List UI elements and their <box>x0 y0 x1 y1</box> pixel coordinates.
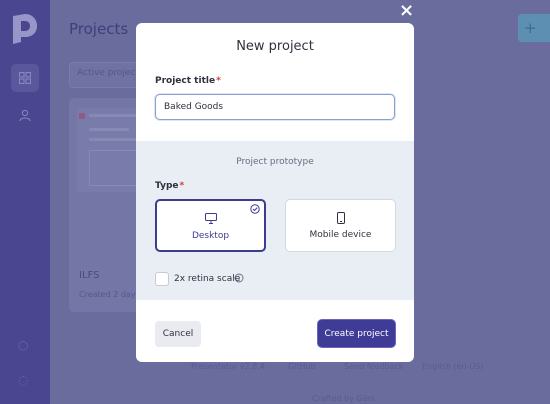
prototype-heading: Project prototype <box>236 157 314 167</box>
type-label: Type* <box>155 181 185 191</box>
modal-title: New project <box>236 39 314 54</box>
info-icon[interactable] <box>234 273 244 283</box>
sidebar-users-button[interactable] <box>11 101 39 129</box>
user-icon <box>19 109 31 121</box>
project-prototype-section: Project prototype Type* Desktop Mobile d… <box>136 141 414 300</box>
type-option-label: Mobile device <box>309 230 372 240</box>
language-select[interactable]: English (en-US) <box>422 362 483 371</box>
retina-checkbox[interactable] <box>155 272 169 286</box>
crafted-by: Crafted by Gani <box>312 394 375 403</box>
retina-label: 2x retina scale <box>174 274 241 284</box>
github-link[interactable]: GitHub <box>288 362 316 371</box>
project-title-label: Project title* <box>155 76 221 86</box>
mobile-icon <box>336 212 345 224</box>
required-mark: * <box>179 181 185 191</box>
logo-icon <box>13 14 37 44</box>
grid-icon <box>19 72 31 84</box>
feedback-link[interactable]: Send feedback <box>344 362 403 371</box>
sidebar: ○ ◌ <box>0 0 50 404</box>
profile-icon[interactable]: ◌ <box>18 373 28 387</box>
type-option-label: Desktop <box>191 231 230 241</box>
close-icon[interactable]: × <box>399 2 414 20</box>
version-link[interactable]: Presentator v2.8.4 <box>191 362 265 371</box>
plus-icon: + <box>524 19 537 37</box>
notifications-icon[interactable]: ○ <box>18 338 28 352</box>
create-project-button[interactable]: Create project <box>318 320 395 347</box>
sidebar-projects-button[interactable] <box>11 64 39 92</box>
new-project-modal: New project Project title* Project proto… <box>136 23 414 362</box>
desktop-icon <box>204 213 217 224</box>
type-option-mobile[interactable]: Mobile device <box>285 199 396 252</box>
project-name: ILFS <box>79 270 100 281</box>
type-option-desktop[interactable]: Desktop <box>155 199 266 252</box>
cancel-button[interactable]: Cancel <box>155 321 201 347</box>
project-title-input[interactable] <box>155 94 395 120</box>
new-project-button[interactable]: + <box>518 14 550 42</box>
page-title: Projects <box>69 20 129 38</box>
required-mark: * <box>216 76 221 86</box>
